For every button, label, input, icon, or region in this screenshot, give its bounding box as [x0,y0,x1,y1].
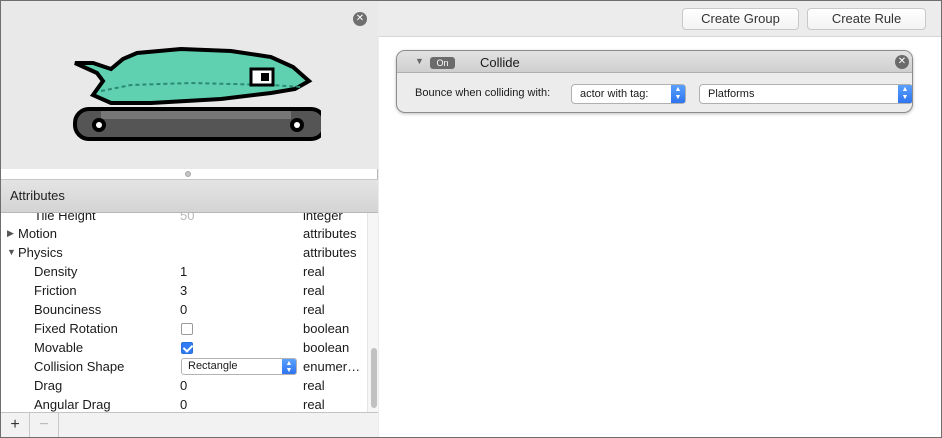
create-rule-button[interactable]: Create Rule [807,8,926,30]
rule-title: Collide [480,55,520,70]
create-group-button[interactable]: Create Group [682,8,799,30]
attribute-name: Movable [34,340,84,355]
attribute-row-bounciness[interactable]: Bounciness 0 real [1,300,367,319]
attribute-type: real [303,264,325,279]
add-attribute-button[interactable]: + [1,413,30,437]
close-icon[interactable]: ✕ [895,55,909,69]
attribute-name: Fixed Rotation [34,321,118,336]
attribute-name: Physics [18,245,63,260]
attribute-name: Density [34,264,78,279]
attribute-value[interactable]: 0 [180,300,187,319]
movable-checkbox[interactable] [181,342,193,354]
actor-preview: ✕ [1,1,378,169]
attribute-type: real [303,283,325,298]
attribute-row-movable[interactable]: Movable boolean [1,338,367,357]
attribute-row-physics[interactable]: ▼ Physics attributes [1,243,367,262]
attribute-type: real [303,378,325,393]
attribute-row-density[interactable]: Density 1 real [1,262,367,281]
scrollbar-thumb[interactable] [371,348,377,408]
actor-sprite-image [73,47,321,141]
attribute-name: Friction [34,283,77,298]
disclosure-down-icon[interactable]: ▼ [415,56,424,66]
disclosure-right-icon[interactable]: ▶ [7,224,14,243]
collision-shape-value: Rectangle [188,360,238,372]
attributes-scrollbar[interactable] [367,213,378,412]
attribute-type: attributes [303,226,357,241]
select-arrows-icon: ▲ ▼ [671,85,685,103]
actor-panel: ✕ Attributes Tile Height 50 integer ▶ Mo… [1,1,378,437]
select-arrows-icon: ▲ ▼ [282,359,296,374]
rule-condition-label: Bounce when colliding with: [415,87,551,99]
remove-attribute-button[interactable]: − [30,413,59,437]
attribute-type: enumer… [303,359,361,374]
close-icon[interactable]: ✕ [353,12,367,26]
attributes-list: Tile Height 50 integer ▶ Motion attribut… [1,213,367,412]
splitter-handle[interactable] [185,171,191,177]
fixed-rotation-checkbox[interactable] [181,323,193,335]
attribute-value[interactable]: 0 [180,376,187,395]
attribute-value[interactable]: 3 [180,281,187,300]
attribute-name: Angular Drag [34,397,111,412]
attribute-row-angular-drag[interactable]: Angular Drag 0 real [1,395,367,412]
attribute-row-motion[interactable]: ▶ Motion attributes [1,224,367,243]
tag-select[interactable]: Platforms ▲ ▼ [699,84,912,104]
collision-target-value: actor with tag: [580,88,649,100]
attributes-bottom-bar: + − [1,412,378,437]
collide-rule-card: ▼ On Collide ✕ Bounce when colliding wit… [396,50,913,113]
attribute-type: attributes [303,245,357,260]
rule-header: ▼ On Collide ✕ [397,51,912,73]
attribute-row-fixed-rotation[interactable]: Fixed Rotation boolean [1,319,367,338]
attribute-type: real [303,397,325,412]
attribute-value[interactable]: 1 [180,262,187,281]
attribute-row-friction[interactable]: Friction 3 real [1,281,367,300]
collision-shape-select[interactable]: Rectangle ▲ ▼ [181,358,297,375]
attribute-type: boolean [303,321,350,336]
rules-toolbar: Create Group Create Rule [379,1,941,37]
attribute-row-collision-shape[interactable]: Collision Shape Rectangle ▲ ▼ enumer… [1,357,367,376]
attribute-name: Motion [18,226,58,241]
attribute-type: real [303,302,325,317]
attribute-type: boolean [303,340,350,355]
select-arrows-icon: ▲ ▼ [898,85,912,103]
attribute-value[interactable]: 0 [180,395,187,412]
attribute-name: Drag [34,378,63,393]
rule-on-toggle[interactable]: On [430,57,455,69]
attribute-row-drag[interactable]: Drag 0 real [1,376,367,395]
collision-target-select[interactable]: actor with tag: ▲ ▼ [571,84,686,104]
tag-value: Platforms [708,88,755,100]
rules-editor: Create Group Create Rule ▼ On Collide ✕ … [379,1,941,437]
attributes-header: Attributes [1,179,378,213]
attribute-name: Bounciness [34,302,102,317]
attribute-name: Collision Shape [34,359,125,374]
disclosure-down-icon[interactable]: ▼ [7,243,16,262]
